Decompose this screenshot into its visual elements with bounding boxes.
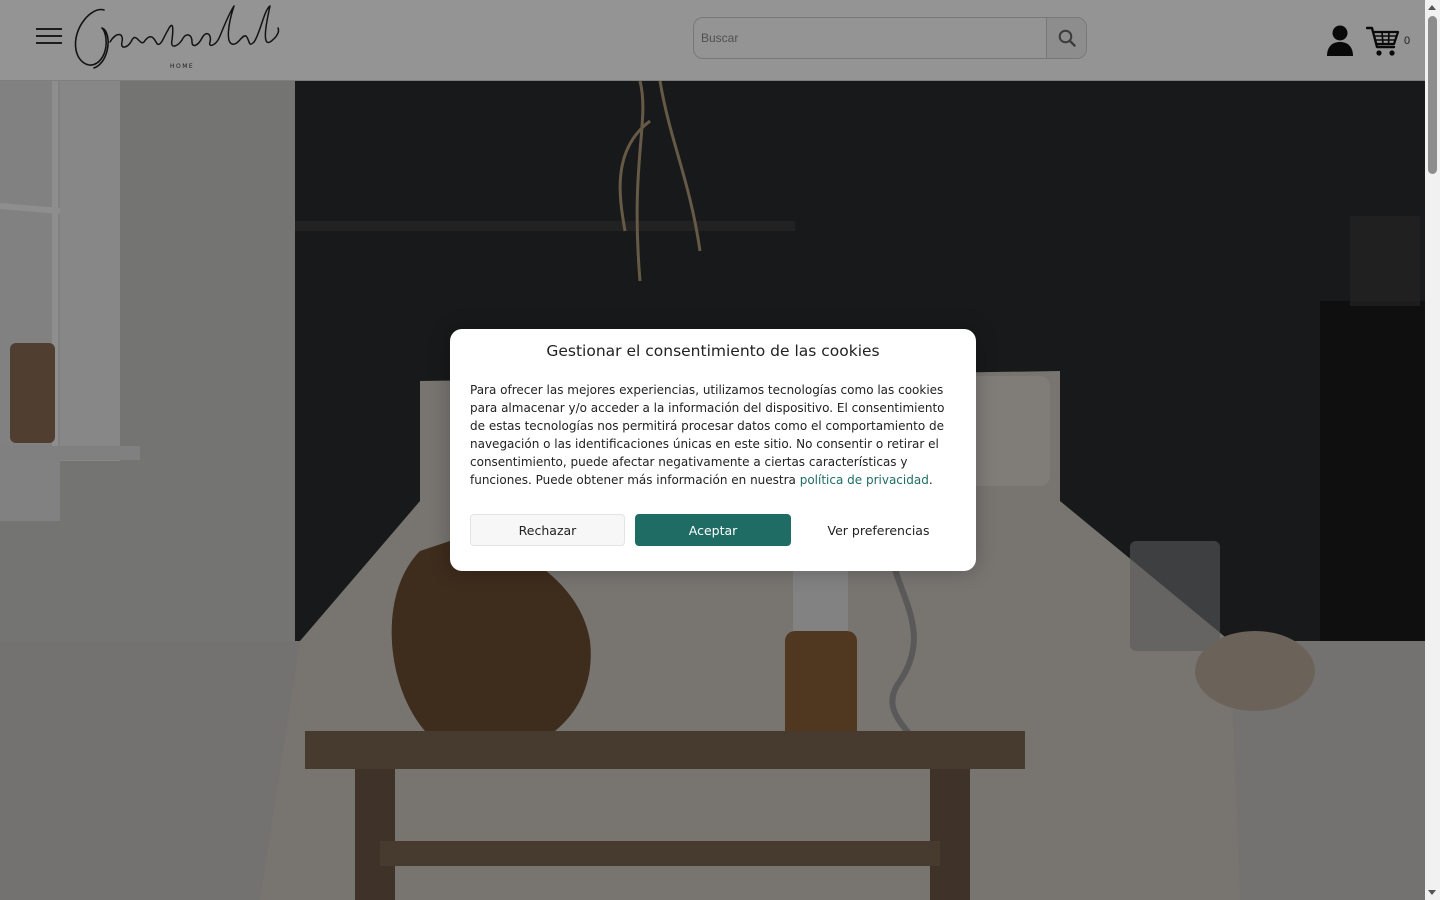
view-preferences-button[interactable]: Ver preferencias [801,514,956,546]
cookie-dialog-text: Para ofrecer las mejores experiencias, u… [470,381,956,489]
scroll-down-arrow-icon[interactable] [1428,890,1436,895]
scroll-up-arrow-icon[interactable] [1428,5,1436,10]
accept-button[interactable]: Aceptar [635,514,791,546]
cookie-dialog-title: Gestionar el consentimiento de las cooki… [546,342,880,360]
page-scrollbar[interactable] [1425,0,1440,900]
cookie-body-end: . [928,473,933,487]
cookie-consent-dialog: Gestionar el consentimiento de las cooki… [450,329,976,571]
cookie-body-text: Para ofrecer las mejores experiencias, u… [470,383,945,487]
privacy-policy-link[interactable]: política de privacidad [800,473,929,487]
reject-button[interactable]: Rechazar [470,514,625,546]
scroll-thumb[interactable] [1428,16,1437,174]
